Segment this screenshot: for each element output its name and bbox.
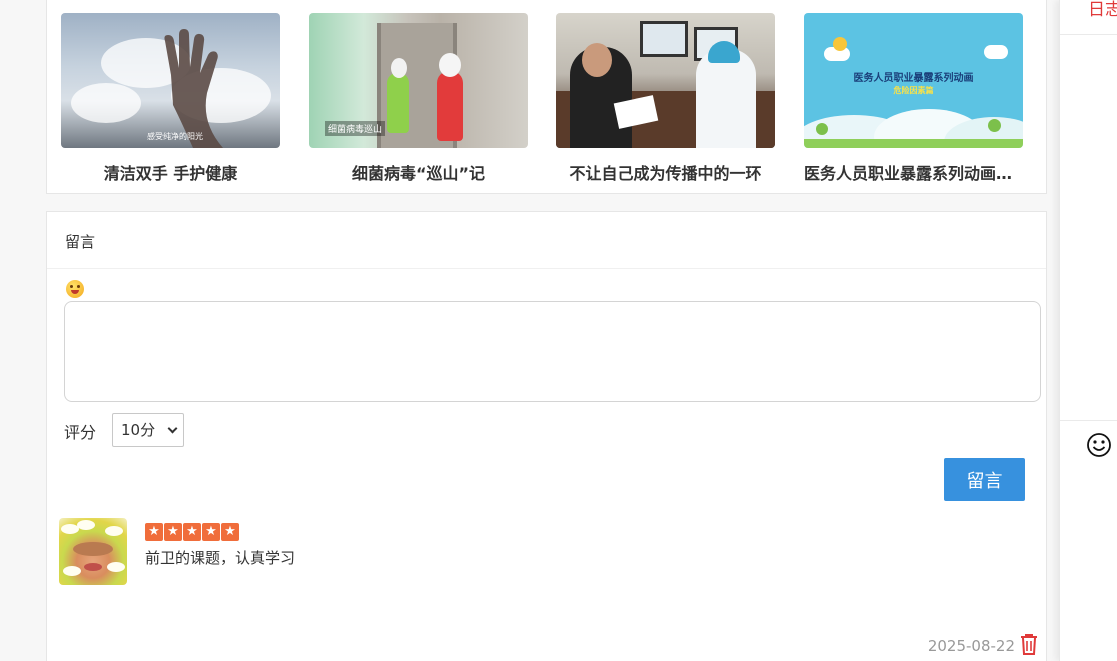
video-title[interactable]: 不让自己成为传播中的一环 <box>556 160 775 184</box>
comment-date: 2025-08-22 <box>927 637 1015 655</box>
comment-section-title: 留言 <box>47 212 1046 269</box>
rating-stars: ★ ★ ★ ★ ★ <box>145 523 239 541</box>
star-icon: ★ <box>202 523 220 541</box>
video-thumbnail[interactable]: 医务人员职业暴露系列动画 危险因素篇 <box>804 13 1023 148</box>
avatar <box>59 518 127 585</box>
smiley-icon[interactable] <box>1086 432 1112 458</box>
video-thumbnail[interactable]: 细菌病毒巡山 <box>309 13 528 148</box>
emoji-picker-icon[interactable] <box>66 280 84 298</box>
thumbnail-caption: 感受纯净的阳光 <box>147 132 203 141</box>
comment-section: 留言 评分 10分 留言 ★ ★ ★ ★ ★ 前卫的课题，认真学习 2025-0… <box>46 211 1047 661</box>
star-icon: ★ <box>145 523 163 541</box>
divider <box>1060 34 1117 35</box>
comment-input[interactable] <box>64 301 1041 402</box>
star-icon: ★ <box>221 523 239 541</box>
star-icon: ★ <box>164 523 182 541</box>
trash-icon[interactable] <box>1019 633 1039 655</box>
video-title[interactable]: 清洁双手 手护健康 <box>61 160 280 184</box>
submit-comment-button[interactable]: 留言 <box>944 458 1025 501</box>
video-title[interactable]: 医务人员职业暴露系列动画01... <box>804 160 1023 184</box>
video-thumbnail[interactable] <box>556 13 775 148</box>
right-side-panel: 日志 <box>1059 0 1117 661</box>
score-select[interactable]: 10分 <box>112 413 184 447</box>
hand-illustration <box>164 29 223 148</box>
divider <box>1060 420 1117 421</box>
video-item[interactable]: 医务人员职业暴露系列动画 危险因素篇 医务人员职业暴露系列动画01... <box>804 13 1023 184</box>
video-title[interactable]: 细菌病毒“巡山”记 <box>309 160 528 184</box>
right-panel-link[interactable]: 日志 <box>1088 0 1117 20</box>
thumbnail-subheading: 危险因素篇 <box>893 86 934 95</box>
chevron-down-icon <box>167 423 178 434</box>
score-selected-value: 10分 <box>121 421 156 439</box>
comment-text: 前卫的课题，认真学习 <box>145 549 296 567</box>
video-item[interactable]: 细菌病毒巡山 细菌病毒“巡山”记 <box>309 13 528 184</box>
video-thumbnail[interactable]: 感受纯净的阳光 <box>61 13 280 148</box>
thumbnail-heading: 医务人员职业暴露系列动画 <box>853 73 974 84</box>
score-label: 评分 <box>64 423 97 442</box>
page-root: 感受纯净的阳光 清洁双手 手护健康 细菌病毒巡山 细菌病毒“巡山”记 不让自己成… <box>0 0 1117 661</box>
comment-list-item: ★ ★ ★ ★ ★ 前卫的课题，认真学习 2025-08-22 <box>59 518 1039 658</box>
star-icon: ★ <box>183 523 201 541</box>
thumbnail-caption: 细菌病毒巡山 <box>325 121 386 136</box>
video-item[interactable]: 感受纯净的阳光 清洁双手 手护健康 <box>61 13 280 184</box>
video-item[interactable]: 不让自己成为传播中的一环 <box>556 13 775 184</box>
related-videos-card: 感受纯净的阳光 清洁双手 手护健康 细菌病毒巡山 细菌病毒“巡山”记 不让自己成… <box>46 0 1047 194</box>
